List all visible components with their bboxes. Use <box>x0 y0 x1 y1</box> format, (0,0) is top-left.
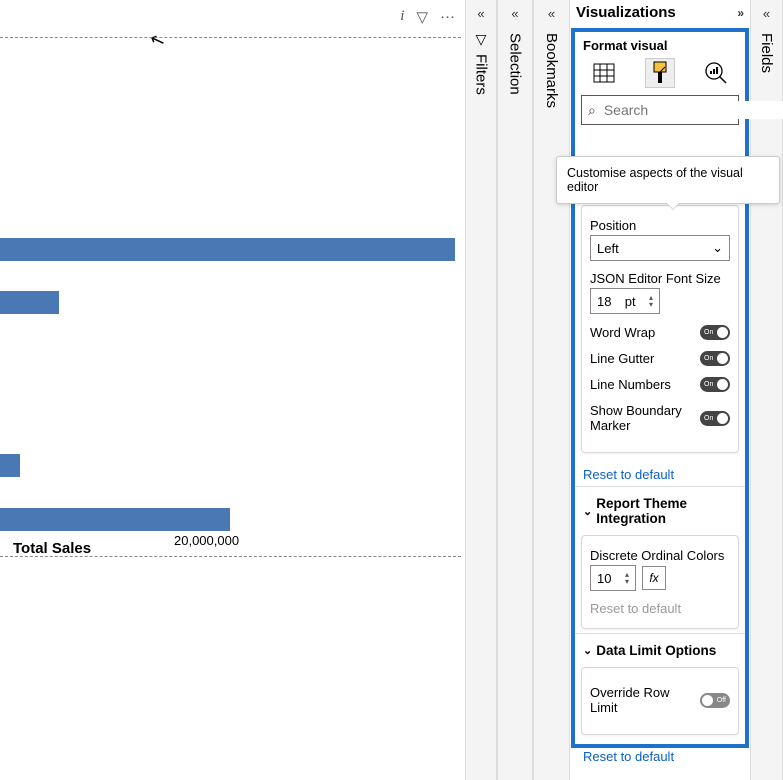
fontsize-input[interactable]: 18 pt ▴▾ <box>590 288 660 314</box>
selection-label: Selection <box>507 27 524 95</box>
override-label: Override Row Limit <box>590 685 700 715</box>
format-visual-title: Format visual <box>575 32 745 55</box>
bookmarks-pane-collapsed[interactable]: « Bookmarks <box>533 0 570 780</box>
filter-icon[interactable]: ▽ <box>416 8 428 26</box>
format-visual-panel: Format visual ⌕ ⌄ <box>571 28 749 748</box>
x-axis-label: Total Sales <box>13 540 91 557</box>
more-icon[interactable]: ··· <box>440 8 455 26</box>
discrete-value: 10 <box>597 571 611 586</box>
section-title: Data Limit Options <box>596 643 716 658</box>
reset-editor[interactable]: Reset to default <box>575 457 745 486</box>
chart-bar <box>0 291 59 314</box>
chevron-down-icon: ⌄ <box>712 240 723 256</box>
section-header-limit[interactable]: ⌄ Data Limit Options <box>575 634 745 667</box>
wordwrap-toggle[interactable]: On <box>700 325 730 340</box>
fontsize-unit: pt <box>625 294 636 309</box>
brush-icon <box>649 61 671 85</box>
search-input[interactable] <box>602 101 783 119</box>
linegutter-toggle[interactable]: On <box>700 351 730 366</box>
section-header-theme[interactable]: ⌄ Report Theme Integration <box>575 487 745 535</box>
visualizations-title: Visualizations <box>576 4 737 21</box>
visual-tab-icon[interactable] <box>590 59 618 87</box>
chevron-right-icon[interactable]: » <box>737 6 744 20</box>
reset-limit[interactable]: Reset to default <box>575 739 745 768</box>
spinner-icon[interactable]: ▴▾ <box>625 571 629 585</box>
discrete-count-input[interactable]: 10 ▴▾ <box>590 565 636 591</box>
reset-theme: Reset to default <box>590 591 730 620</box>
general-tab-icon[interactable] <box>646 59 674 87</box>
wordwrap-label: Word Wrap <box>590 325 655 340</box>
chart-bar <box>0 454 20 477</box>
fx-button[interactable]: fx <box>642 566 666 590</box>
section-title: Report Theme Integration <box>596 496 737 526</box>
position-select[interactable]: Left ⌄ <box>590 235 730 261</box>
chevron-left-icon[interactable]: « <box>477 0 484 27</box>
chevron-down-icon: ⌄ <box>583 644 592 657</box>
discrete-label: Discrete Ordinal Colors <box>590 548 730 563</box>
bookmarks-label: Bookmarks <box>543 27 560 108</box>
filters-label: Filters <box>473 48 490 95</box>
boundary-label: Show Boundary Marker <box>590 403 690 433</box>
analytics-tab-icon[interactable] <box>702 59 730 87</box>
override-toggle[interactable]: Off <box>700 693 730 708</box>
chevron-down-icon: ⌄ <box>583 505 592 518</box>
filters-pane-collapsed[interactable]: « ▽ Filters <box>465 0 497 780</box>
chart-canvas[interactable]: i ▽ ··· ↖ 20,000,000 Total Sales <box>0 0 465 780</box>
field-label-position: Position <box>590 218 730 233</box>
field-label-fontsize: JSON Editor Font Size <box>590 271 730 286</box>
linenumbers-label: Line Numbers <box>590 377 671 392</box>
position-value: Left <box>597 241 619 256</box>
spinner-icon[interactable]: ▴▾ <box>649 294 653 308</box>
search-icon: ⌕ <box>588 102 596 119</box>
x-tick-label: 20,000,000 <box>174 533 239 548</box>
funnel-icon: ▽ <box>476 27 487 48</box>
fields-label: Fields <box>758 27 775 73</box>
boundary-toggle[interactable]: On <box>700 411 730 426</box>
chevron-left-icon[interactable]: « <box>511 0 518 27</box>
linegutter-label: Line Gutter <box>590 351 654 366</box>
fontsize-value: 18 <box>597 294 611 309</box>
format-tooltip: Customise aspects of the visual editor <box>556 156 780 204</box>
chart-bar <box>0 238 455 261</box>
chevron-left-icon[interactable]: « <box>548 0 555 27</box>
info-icon[interactable]: i <box>400 8 404 26</box>
chevron-left-icon[interactable]: « <box>763 0 770 27</box>
selection-pane-collapsed[interactable]: « Selection <box>497 0 533 780</box>
chart-bar <box>0 508 230 531</box>
grid-icon <box>593 63 615 83</box>
linenumbers-toggle[interactable]: On <box>700 377 730 392</box>
search-input-wrap[interactable]: ⌕ <box>581 95 739 125</box>
magnifier-chart-icon <box>704 61 728 85</box>
